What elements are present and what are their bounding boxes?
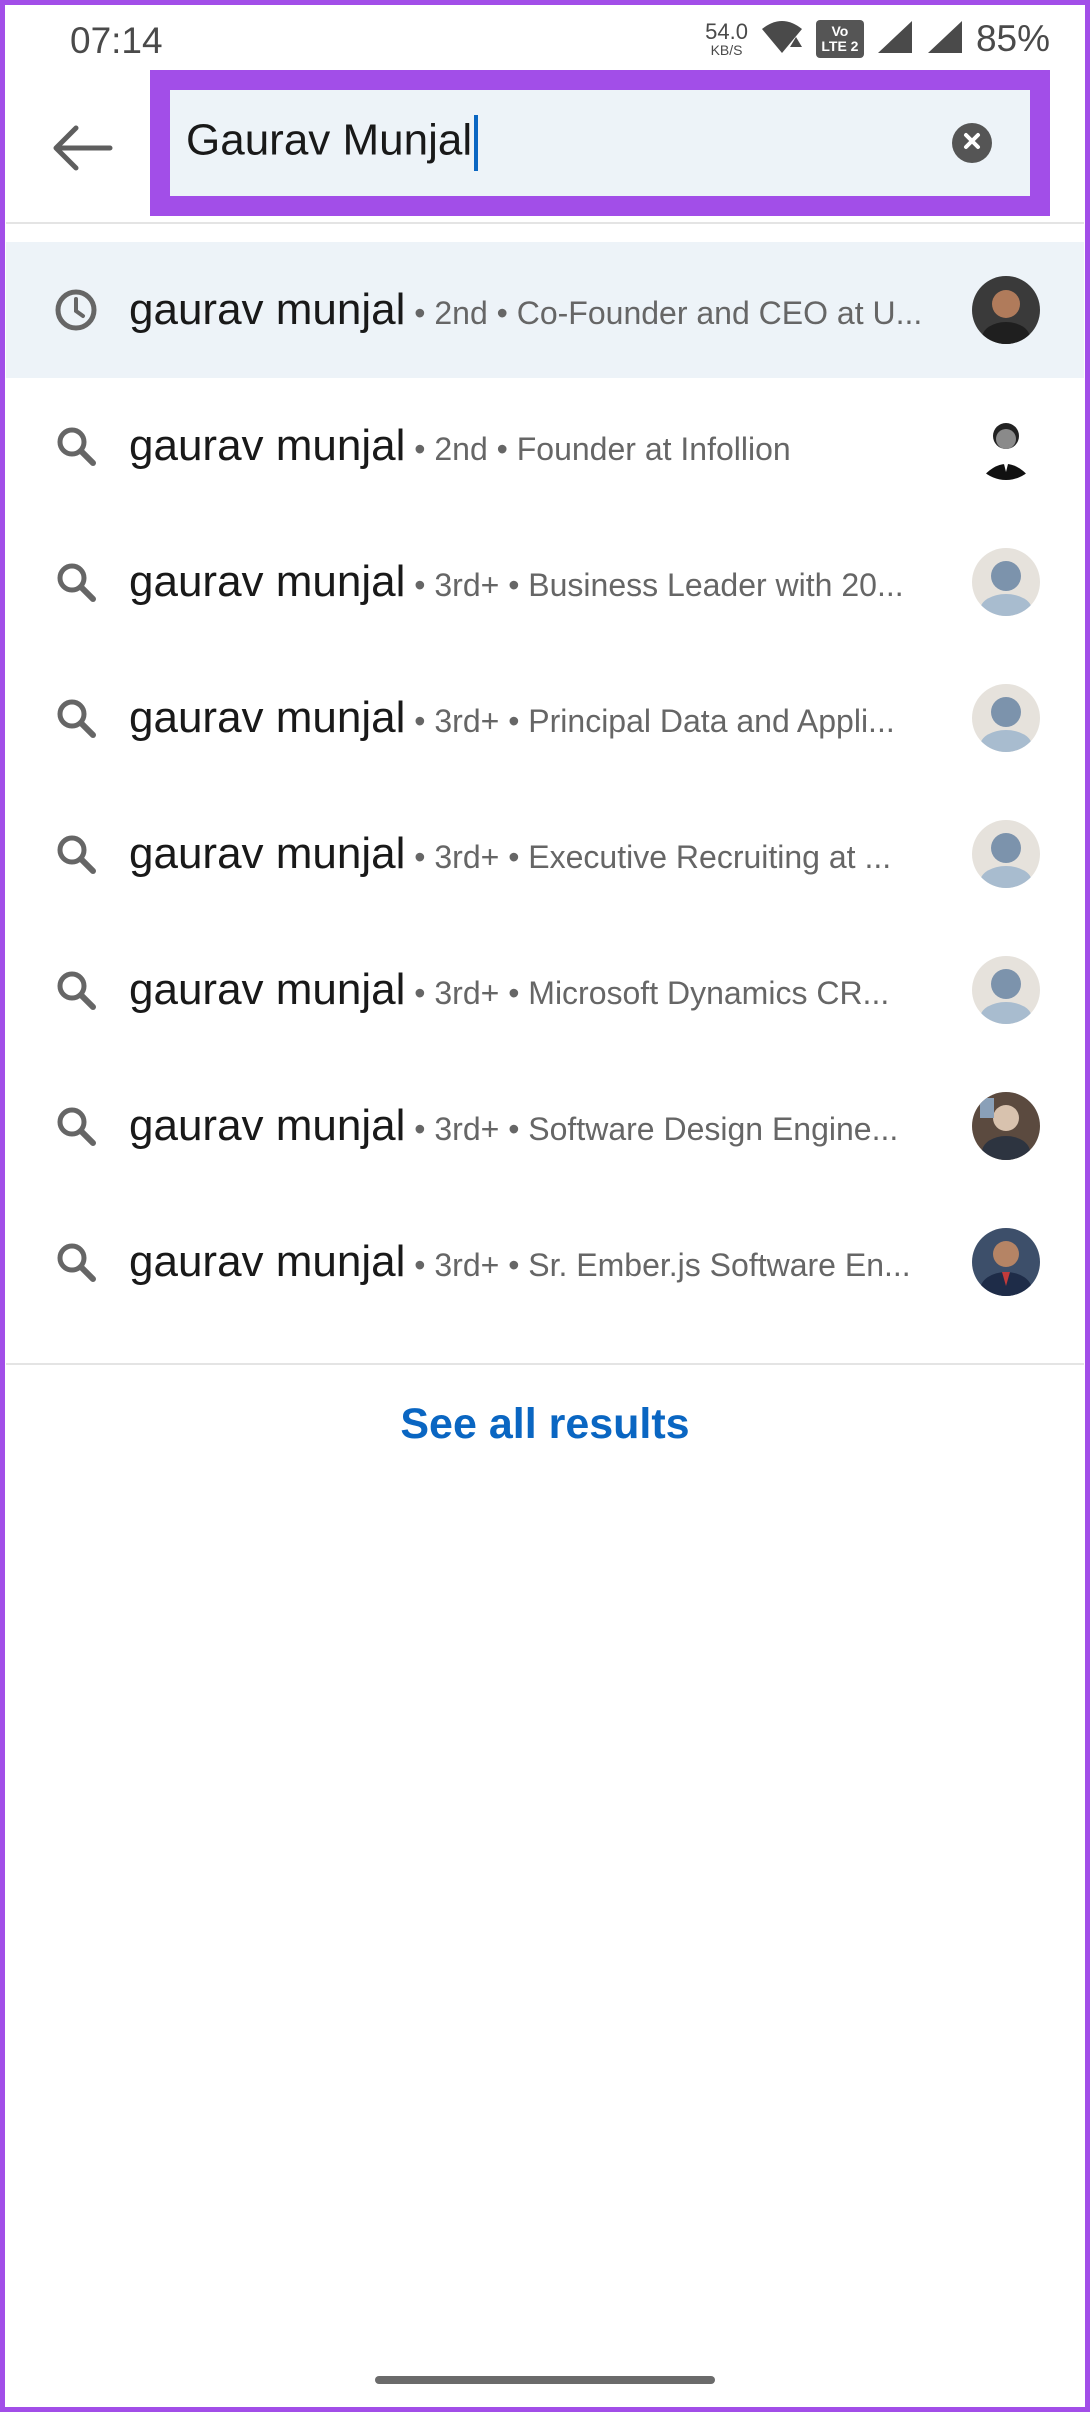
- status-time: 07:14: [70, 20, 163, 61]
- result-text: gaurav munjal • 3rd+ • Business Leader w…: [129, 557, 939, 607]
- result-meta: • 2nd • Founder at Infollion: [405, 431, 791, 467]
- result-name: gaurav munjal: [129, 421, 406, 470]
- back-arrow-icon: [50, 124, 114, 177]
- result-name: gaurav munjal: [129, 557, 406, 606]
- header-divider: [6, 222, 1084, 224]
- search-input-value: Gaurav Munjal: [186, 115, 479, 171]
- list-item[interactable]: gaurav munjal • 3rd+ • Microsoft Dynamic…: [6, 922, 1084, 1058]
- result-text: gaurav munjal • 3rd+ • Sr. Ember.js Soft…: [129, 1237, 939, 1287]
- avatar: [972, 684, 1040, 752]
- result-name: gaurav munjal: [129, 1101, 406, 1150]
- close-icon: [962, 131, 982, 156]
- list-item[interactable]: gaurav munjal • 3rd+ • Executive Recruit…: [6, 786, 1084, 922]
- result-meta: • 3rd+ • Sr. Ember.js Software En...: [405, 1247, 911, 1283]
- clear-search-button[interactable]: [952, 123, 992, 163]
- result-meta: • 3rd+ • Principal Data and Appli...: [405, 703, 895, 739]
- clock-icon: [46, 280, 106, 340]
- list-item[interactable]: gaurav munjal • 2nd • Founder at Infolli…: [6, 378, 1084, 514]
- home-indicator[interactable]: [375, 2376, 715, 2384]
- list-item[interactable]: gaurav munjal • 3rd+ • Principal Data an…: [6, 650, 1084, 786]
- search-icon: [46, 688, 106, 748]
- search-icon: [46, 824, 106, 884]
- list-item[interactable]: gaurav munjal • 3rd+ • Software Design E…: [6, 1058, 1084, 1194]
- wifi-icon: [760, 19, 804, 60]
- result-meta: • 3rd+ • Software Design Engine...: [405, 1111, 899, 1147]
- list-item[interactable]: gaurav munjal • 2nd • Co-Founder and CEO…: [6, 242, 1084, 378]
- status-bar: 07:14 54.0 KB/S Vo LTE 2 85%: [0, 0, 1090, 80]
- signal-icon-2: [926, 19, 964, 60]
- search-icon: [46, 416, 106, 476]
- network-speed: 54.0 KB/S: [705, 19, 748, 58]
- result-text: gaurav munjal • 3rd+ • Principal Data an…: [129, 693, 939, 743]
- search-icon: [46, 552, 106, 612]
- list-item[interactable]: gaurav munjal • 3rd+ • Sr. Ember.js Soft…: [6, 1194, 1084, 1330]
- back-button[interactable]: [42, 118, 122, 182]
- avatar: [972, 956, 1040, 1024]
- search-icon: [46, 1232, 106, 1292]
- result-meta: • 3rd+ • Executive Recruiting at ...: [405, 839, 892, 875]
- network-speed-unit: KB/S: [710, 42, 743, 58]
- signal-icon-1: [876, 19, 914, 60]
- see-all-results-button[interactable]: See all results: [0, 1400, 1090, 1449]
- result-text: gaurav munjal • 2nd • Founder at Infolli…: [129, 421, 939, 471]
- status-icons: 54.0 KB/S Vo LTE 2 85%: [705, 18, 1050, 60]
- result-text: gaurav munjal • 3rd+ • Executive Recruit…: [129, 829, 939, 879]
- search-header: Gaurav Munjal: [0, 70, 1090, 220]
- search-query-text: Gaurav Munjal: [186, 115, 473, 165]
- result-name: gaurav munjal: [129, 829, 406, 878]
- result-text: gaurav munjal • 2nd • Co-Founder and CEO…: [129, 285, 939, 335]
- result-text: gaurav munjal • 3rd+ • Software Design E…: [129, 1101, 939, 1151]
- result-name: gaurav munjal: [129, 285, 406, 334]
- avatar: [972, 1092, 1040, 1160]
- result-meta: • 3rd+ • Business Leader with 20...: [405, 567, 904, 603]
- results-divider: [6, 1363, 1084, 1365]
- search-suggestions-list: gaurav munjal • 2nd • Co-Founder and CEO…: [6, 242, 1084, 1330]
- result-name: gaurav munjal: [129, 965, 406, 1014]
- avatar: [972, 548, 1040, 616]
- avatar: [972, 276, 1040, 344]
- result-name: gaurav munjal: [129, 1237, 406, 1286]
- network-speed-value: 54.0: [705, 19, 748, 44]
- battery-level: 85%: [975, 18, 1050, 59]
- result-name: gaurav munjal: [129, 693, 406, 742]
- result-meta: • 2nd • Co-Founder and CEO at U...: [405, 295, 923, 331]
- search-input[interactable]: Gaurav Munjal: [170, 90, 1030, 196]
- result-text: gaurav munjal • 3rd+ • Microsoft Dynamic…: [129, 965, 939, 1015]
- avatar: [972, 820, 1040, 888]
- avatar: [972, 412, 1040, 480]
- list-item[interactable]: gaurav munjal • 3rd+ • Business Leader w…: [6, 514, 1084, 650]
- result-meta: • 3rd+ • Microsoft Dynamics CR...: [405, 975, 890, 1011]
- text-cursor: [474, 115, 479, 171]
- search-icon: [46, 960, 106, 1020]
- volte-icon: Vo LTE 2: [815, 19, 864, 59]
- avatar: [972, 1228, 1040, 1296]
- search-icon: [46, 1096, 106, 1156]
